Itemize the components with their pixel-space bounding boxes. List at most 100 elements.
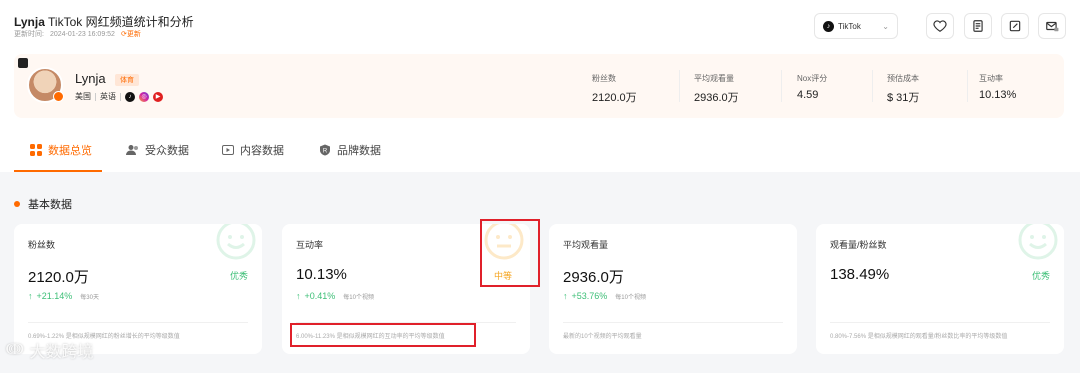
change-period: 每10个视频 [615, 294, 646, 301]
card-change: ↑ +0.41% 每10个视频 [296, 291, 374, 301]
video-icon [222, 145, 234, 155]
card-footnote: 最新的10个视频的平均观看量 [563, 334, 642, 340]
tab-audience[interactable]: 受众数据 [126, 128, 189, 172]
tab-brand[interactable]: R 品牌数据 [319, 128, 381, 172]
document-icon [973, 20, 983, 32]
card-value: 2120.0万 [28, 269, 89, 286]
card-label: 平均观看量 [563, 240, 609, 250]
youtube-icon[interactable]: ▶ [153, 91, 163, 102]
creator-name: Lynja [14, 15, 45, 29]
report-button[interactable] [964, 13, 992, 39]
refresh-button[interactable]: ⟳更新 [121, 29, 141, 39]
title-text: TikTok 网红频道统计和分析 [48, 15, 194, 29]
card-change: ↑ +53.76% 每10个视频 [563, 291, 646, 301]
tab-label: 受众数据 [145, 145, 189, 157]
arrow-up-icon: ↑ [28, 291, 33, 301]
profile-card: Lynja 体育 美国 英语 ♪ ◎ ▶ 粉丝数 2120.0万 平均观看量 2… [14, 54, 1064, 118]
stat-followers: 粉丝数 2120.0万 [592, 73, 637, 105]
tab-content[interactable]: 内容数据 [222, 128, 284, 172]
updated-time: 2024-01-23 16:09:52 [49, 30, 115, 38]
divider [28, 322, 248, 323]
arrow-up-icon: ↑ [563, 291, 568, 301]
card-change: ↑ +21.14% 每30天 [28, 291, 99, 301]
stat-value: 10.13% [979, 89, 1017, 101]
stat-value: 4.59 [797, 89, 819, 101]
divider [781, 70, 782, 102]
users-icon [126, 145, 138, 155]
divider [563, 322, 783, 323]
metric-card-followers: 粉丝数 2120.0万 优秀 ↑ +21.14% 每30天 0.69%-1.22… [14, 224, 262, 354]
stat-nox-score: Nox评分 4.59 [797, 73, 827, 101]
stat-value: 2936.0万 [694, 92, 739, 104]
tab-bar: 数据总览 受众数据 内容数据 R 品牌数据 [14, 128, 1064, 172]
card-label: 粉丝数 [28, 240, 56, 250]
smiley-happy-icon [1018, 224, 1058, 260]
card-value: 138.49% [830, 266, 890, 283]
metric-card-avg-views: 平均观看量 2936.0万 ↑ +53.76% 每10个视频 最新的10个视频的… [549, 224, 797, 354]
platform-label: TikTok [838, 21, 861, 31]
card-label: 观看量/粉丝数 [830, 240, 887, 250]
grade-badge: 优秀 [229, 271, 248, 281]
grade-badge: 优秀 [1031, 271, 1050, 281]
highlight-box-footnote [290, 323, 476, 347]
card-footnote: 0.80%-7.56% 是相似规模网红的观看量/粉丝数比率的平均等级数值 [830, 334, 1008, 340]
smiley-happy-icon [216, 224, 256, 260]
mail-lock-icon [1046, 21, 1059, 32]
stat-label: 预估成本 [887, 74, 919, 83]
stat-label: 粉丝数 [592, 74, 616, 83]
tiktok-badge-icon [18, 58, 28, 68]
arrow-up-icon: ↑ [296, 291, 301, 301]
favorite-button[interactable] [926, 13, 954, 39]
brand-icon: R [320, 144, 330, 156]
change-value: +21.14% [36, 291, 73, 301]
stat-avg-views: 平均观看量 2936.0万 [694, 73, 739, 105]
instagram-icon[interactable]: ◎ [139, 91, 149, 102]
metric-card-views-ratio: 观看量/粉丝数 138.49% 优秀 0.80%-7.56% 是相似规模网红的观… [816, 224, 1064, 354]
stat-engagement: 互动率 10.13% [979, 73, 1016, 101]
category-tag: 体育 [115, 74, 139, 86]
grid-icon [30, 144, 42, 156]
stat-value: $ 31万 [887, 92, 920, 104]
verified-icon [53, 91, 64, 102]
stat-label: 互动率 [979, 74, 1003, 83]
tiktok-icon[interactable]: ♪ [125, 91, 135, 102]
stat-label: 平均观看量 [694, 74, 734, 83]
profile-meta: 美国 英语 ♪ ◎ ▶ [75, 91, 163, 102]
section-title-text: 基本数据 [28, 199, 72, 211]
divider [95, 92, 96, 101]
change-value: +53.76% [571, 291, 608, 301]
tab-label: 品牌数据 [337, 145, 381, 157]
watermark: ↈ 大数跨境 [6, 338, 94, 362]
page-header: Lynja TikTok 网红频道统计和分析 更新时间: 2024-01-23 … [0, 0, 1080, 52]
update-info: 更新时间: 2024-01-23 16:09:52 ⟳更新 [14, 29, 141, 39]
page-title: Lynja TikTok 网红频道统计和分析 [14, 13, 194, 30]
svg-text:R: R [323, 149, 328, 155]
stat-value: 2120.0万 [592, 92, 637, 104]
watermark-text: 大数跨境 [29, 344, 94, 361]
basic-data-section: 基本数据 粉丝数 2120.0万 优秀 ↑ +21.14% 每30天 0.69%… [0, 172, 1080, 373]
divider [120, 92, 121, 101]
stat-label: Nox评分 [797, 74, 828, 83]
highlight-box-grade [480, 219, 540, 287]
tab-overview[interactable]: 数据总览 [30, 128, 92, 172]
contact-button[interactable] [1038, 13, 1066, 39]
heart-icon [933, 20, 947, 32]
tab-label: 数据总览 [48, 145, 92, 157]
divider [967, 70, 968, 102]
change-period: 每30天 [80, 294, 99, 301]
tiktok-icon: ♪ [823, 20, 834, 32]
country: 美国 [75, 92, 91, 101]
section-title: 基本数据 [14, 196, 72, 212]
card-value: 2936.0万 [563, 269, 624, 286]
bullet-icon [14, 201, 20, 207]
change-value: +0.41% [304, 291, 336, 301]
chevron-down-icon: ⌄ [882, 21, 889, 31]
stat-est-cost: 预估成本 $ 31万 [887, 73, 919, 105]
language: 英语 [100, 92, 116, 101]
updated-label: 更新时间: [14, 31, 44, 38]
edit-icon [1009, 20, 1021, 32]
tab-label: 内容数据 [240, 145, 284, 157]
divider [830, 322, 1050, 323]
platform-select[interactable]: ♪ TikTok ⌄ [814, 13, 898, 39]
edit-button[interactable] [1001, 13, 1029, 39]
